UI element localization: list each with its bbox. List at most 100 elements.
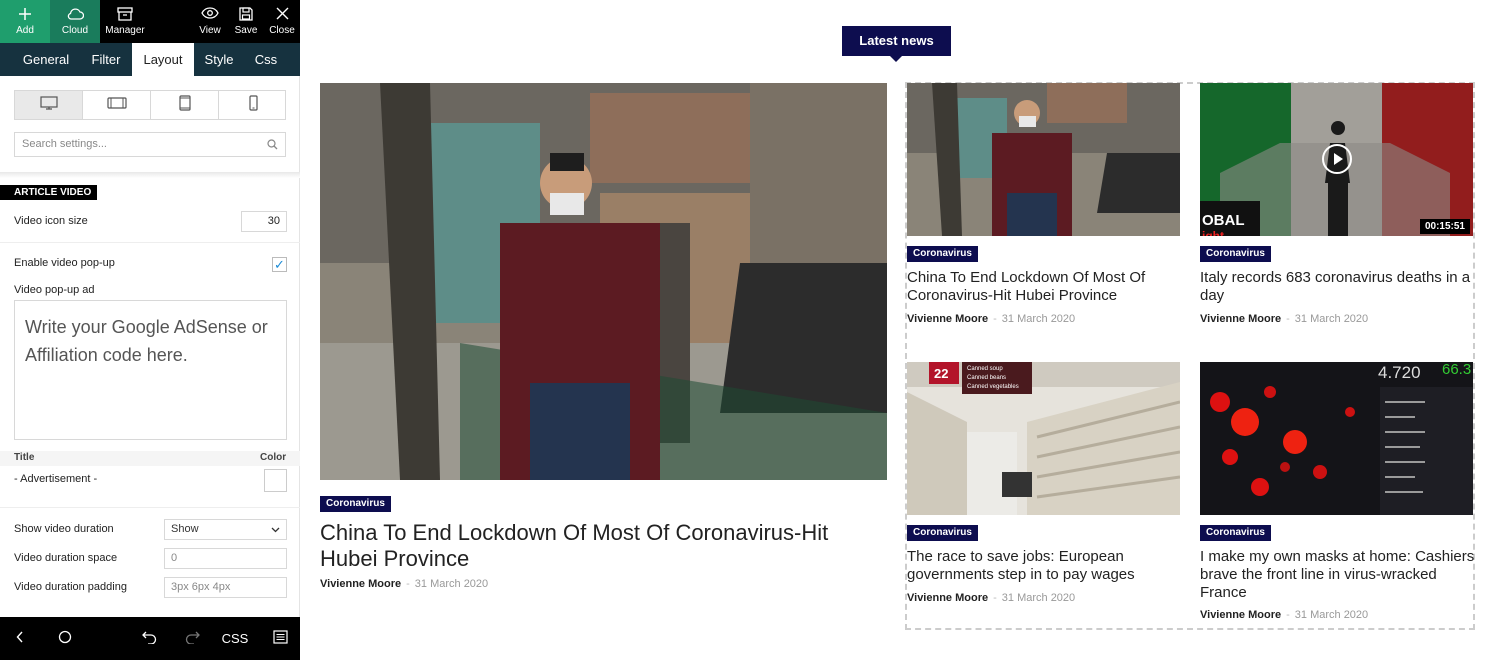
menu-button[interactable]	[260, 617, 300, 660]
chevron-left-icon	[16, 631, 24, 646]
title-color-header	[0, 451, 300, 466]
article-headline[interactable]: The race to save jobs: European governme…	[907, 548, 1180, 584]
redo-icon	[185, 631, 200, 647]
article-headline[interactable]: Italy records 683 coronavirus deaths in …	[1200, 269, 1475, 305]
home-button[interactable]	[45, 617, 85, 660]
close-icon	[264, 0, 300, 26]
back-button[interactable]	[0, 617, 40, 660]
shelf-sign-text: Canned beans	[967, 375, 1006, 381]
article-headline[interactable]: China To End Lockdown Of Most Of Coronav…	[907, 269, 1180, 305]
show-duration-select[interactable]: Show	[164, 519, 287, 540]
article-video-image[interactable]: OBAL ight 00:15:51	[1200, 83, 1473, 236]
popup-ad-label: Video pop-up ad	[14, 284, 95, 296]
article-image[interactable]: 4.720 66.3	[1200, 362, 1473, 515]
list-icon	[272, 630, 288, 647]
divider	[0, 507, 300, 508]
desktop-icon	[39, 95, 58, 115]
article-image[interactable]	[907, 83, 1180, 236]
article-author[interactable]: Vivienne Moore	[1200, 313, 1281, 325]
article-category-badge[interactable]: Coronavirus	[907, 525, 978, 541]
block-title: Latest news	[842, 26, 951, 56]
device-switcher	[14, 90, 286, 120]
chevron-down-icon	[271, 524, 280, 536]
cloud-button[interactable]: Cloud	[50, 0, 100, 43]
view-button[interactable]: View	[192, 0, 228, 43]
article-author[interactable]: Vivienne Moore	[907, 592, 988, 604]
tablet-landscape-device-button[interactable]	[83, 91, 151, 119]
popup-ad-textarea[interactable]: Write your Google AdSense or Affiliation…	[14, 300, 287, 440]
save-button[interactable]: Save	[228, 0, 264, 43]
circle-icon	[58, 630, 72, 647]
tab-css[interactable]: Css	[248, 43, 284, 76]
video-icon-size-label: Video icon size	[14, 215, 88, 227]
shelf-number-text: 22	[934, 366, 948, 381]
settings-tabs: General Filter Layout Style Css	[0, 43, 300, 76]
show-duration-label: Show video duration	[14, 523, 114, 535]
mobile-icon	[248, 94, 258, 116]
enable-popup-label: Enable video pop-up	[14, 257, 115, 269]
enable-popup-checkbox[interactable]: ✓	[272, 257, 287, 272]
meta-separator: -	[406, 578, 410, 590]
article-category-badge[interactable]: Coronavirus	[1200, 525, 1271, 541]
shelf-sign-text: Canned vegetables	[967, 384, 1019, 390]
map-number-left: 4.720	[1378, 363, 1421, 382]
article-category-badge[interactable]: Coronavirus	[907, 246, 978, 262]
color-picker[interactable]	[264, 469, 287, 492]
featured-headline[interactable]: China To End Lockdown Of Most Of Coronav…	[320, 520, 880, 572]
shelf-sign-text: Canned soup	[967, 366, 1003, 372]
tablet-portrait-device-button[interactable]	[151, 91, 219, 119]
title-label: Title	[14, 452, 35, 463]
duration-padding-input[interactable]: 3px 6px 4px	[164, 577, 287, 598]
close-button[interactable]: Close	[264, 0, 300, 43]
duration-space-label: Video duration space	[14, 552, 118, 564]
undo-icon	[141, 631, 157, 647]
video-icon-size-input[interactable]: 30	[241, 211, 287, 232]
floppy-icon	[228, 0, 264, 26]
section-title: ARTICLE VIDEO	[0, 185, 97, 200]
duration-space-input[interactable]: 0	[164, 548, 287, 569]
css-button[interactable]: CSS	[215, 617, 255, 660]
tab-layout[interactable]: Layout	[132, 43, 194, 76]
block-title-arrow	[890, 56, 902, 62]
manager-button[interactable]: Manager	[100, 0, 150, 43]
tablet-landscape-icon	[106, 96, 127, 114]
article-author[interactable]: Vivienne Moore	[1200, 609, 1281, 621]
featured-author[interactable]: Vivienne Moore	[320, 578, 401, 590]
title-input[interactable]: - Advertisement -	[14, 473, 97, 485]
map-number-right: 66.3	[1442, 362, 1471, 378]
featured-date: 31 March 2020	[414, 578, 489, 590]
article-category-badge[interactable]: Coronavirus	[1200, 246, 1271, 262]
settings-panel: Add Cloud Manager View Save Close Genera…	[0, 0, 300, 660]
article-meta: Vivienne Moore -31 March 2020	[907, 313, 1075, 325]
plus-icon	[0, 0, 50, 26]
meta-separator: -	[1286, 313, 1290, 325]
cloud-icon	[50, 0, 100, 26]
eye-icon	[192, 0, 228, 26]
article-date: 31 March 2020	[1294, 609, 1369, 621]
featured-category-badge[interactable]: Coronavirus	[320, 496, 391, 512]
video-duration: 00:15:51	[1419, 219, 1470, 234]
panel-separator	[0, 172, 300, 178]
meta-separator: -	[993, 592, 997, 604]
search-settings-input[interactable]: Search settings...	[14, 132, 286, 157]
desktop-device-button[interactable]	[15, 91, 83, 119]
article-headline[interactable]: I make my own masks at home: Cashiers br…	[1200, 548, 1475, 602]
featured-meta: Vivienne Moore -31 March 2020	[320, 578, 488, 590]
top-toolbar: Add Cloud Manager View Save Close	[0, 0, 300, 43]
tab-style[interactable]: Style	[198, 43, 240, 76]
undo-button[interactable]	[129, 617, 169, 660]
article-meta: Vivienne Moore -31 March 2020	[1200, 609, 1368, 621]
tablet-portrait-icon	[178, 94, 191, 116]
featured-article-image[interactable]	[320, 83, 887, 480]
article-image[interactable]: 22 Canned soup Canned beans Canned veget…	[907, 362, 1180, 515]
article-meta: Vivienne Moore -31 March 2020	[907, 592, 1075, 604]
add-button[interactable]: Add	[0, 0, 50, 43]
article-author[interactable]: Vivienne Moore	[907, 313, 988, 325]
redo-button[interactable]	[172, 617, 212, 660]
meta-separator: -	[1286, 609, 1290, 621]
mobile-device-button[interactable]	[219, 91, 287, 119]
color-label: Color	[260, 452, 287, 463]
tab-general[interactable]: General	[14, 43, 78, 76]
tab-filter[interactable]: Filter	[83, 43, 129, 76]
play-icon[interactable]	[1322, 144, 1352, 174]
